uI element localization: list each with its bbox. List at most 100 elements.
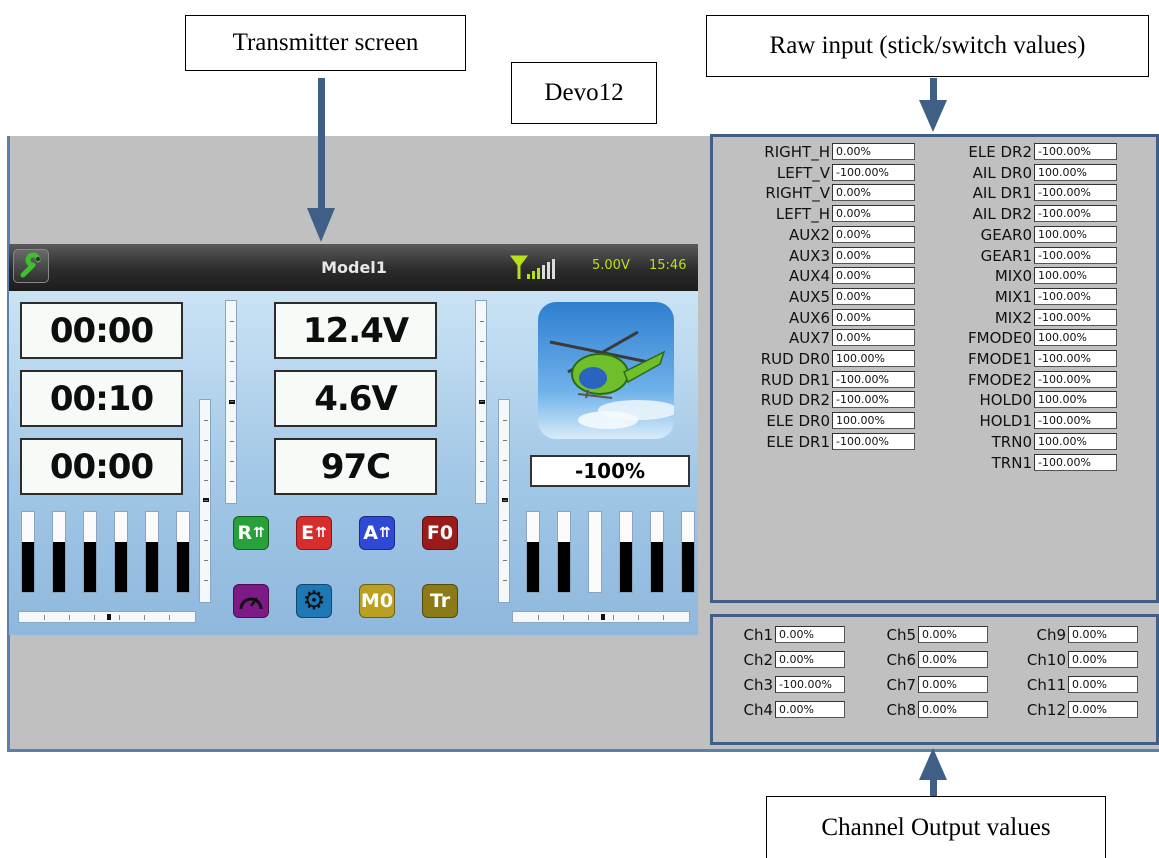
right-stick-bar-6 xyxy=(681,511,695,593)
arrow-channel xyxy=(930,778,937,796)
channel-row: Ch9 0.00% xyxy=(713,626,1153,644)
channel-label: Ch9 xyxy=(1036,626,1066,644)
timer-3[interactable]: 00:00 xyxy=(20,438,183,495)
raw-input-row: MIX1 -100.00% xyxy=(713,287,1153,306)
raw-input-value: -100.00% xyxy=(1034,287,1117,305)
raw-input-row: AIL DR2 -100.00% xyxy=(713,205,1153,223)
left-stick-bar-1 xyxy=(21,511,35,593)
trim-horizontal-right xyxy=(512,611,690,623)
raw-input-value: 100.00% xyxy=(1034,225,1117,243)
raw-input-row: FMODE2 -100.00% xyxy=(713,370,1153,389)
right-stick-bar-2 xyxy=(557,511,571,593)
left-stick-bar-6 xyxy=(176,511,190,593)
raw-input-label: MIX1 xyxy=(994,287,1032,306)
raw-input-value: -100.00% xyxy=(1034,184,1117,202)
channel-value: 0.00% xyxy=(1068,701,1138,718)
channel-output-panel: Ch1 0.00% Ch5 0.00% Ch9 0.00% Ch2 0.00% Ch6 0.00%… xyxy=(710,614,1159,745)
channel-label: Ch11 xyxy=(1026,676,1066,694)
raw-input-label: FMODE2 xyxy=(968,370,1032,389)
raw-input-label: GEAR0 xyxy=(980,225,1032,244)
raw-input-label: HOLD0 xyxy=(979,391,1032,410)
arrow-transmitter-head xyxy=(307,208,335,242)
raw-input-value: 100.00% xyxy=(1034,329,1117,347)
trim-bar-right-inner xyxy=(475,300,487,504)
raw-input-label: MIX2 xyxy=(994,308,1032,327)
arrow-channel-head xyxy=(919,748,947,780)
raw-input-row: HOLD1 -100.00% xyxy=(713,412,1153,430)
model-name[interactable]: Model1 xyxy=(309,258,399,277)
raw-input-value: -100.00% xyxy=(1034,246,1117,264)
channel-row: Ch11 0.00% xyxy=(713,676,1153,694)
wrench-icon[interactable] xyxy=(13,249,49,283)
left-stick-bar-4 xyxy=(114,511,128,593)
throttle-value: -100% xyxy=(530,455,690,487)
signal-icon xyxy=(509,253,587,281)
callout-device: Devo12 xyxy=(511,62,657,124)
arrow-transmitter xyxy=(318,78,325,210)
trim-bar-left-outer xyxy=(199,399,211,603)
raw-input-label: FMODE0 xyxy=(968,329,1032,348)
telemetry-voltage-2[interactable]: 4.6V xyxy=(274,370,437,427)
arrow-raw-input xyxy=(930,78,937,102)
raw-input-value: -100.00% xyxy=(1034,453,1117,471)
channel-value: 0.00% xyxy=(1068,626,1138,643)
aileron-dr-icon[interactable]: A ⇈ xyxy=(359,516,395,550)
right-stick-bar-1 xyxy=(526,511,540,593)
telemetry-temperature[interactable]: 97C xyxy=(274,438,437,495)
raw-input-row: FMODE0 100.00% xyxy=(713,329,1153,347)
raw-input-label: TRN1 xyxy=(991,453,1032,472)
timer-1[interactable]: 00:00 xyxy=(20,302,183,359)
right-stick-bar-3 xyxy=(588,511,602,593)
arrow-raw-input-head xyxy=(919,100,947,132)
raw-input-label: AIL DR0 xyxy=(972,163,1032,182)
rudder-dr-icon[interactable]: R ⇈ xyxy=(233,516,269,550)
timer-2[interactable]: 00:10 xyxy=(20,370,183,427)
raw-input-row: AIL DR0 100.00% xyxy=(713,163,1153,182)
trim-horizontal-left xyxy=(18,611,196,623)
elevator-dr-icon[interactable]: E ⇈ xyxy=(296,516,332,550)
helicopter-model-icon[interactable] xyxy=(538,302,674,439)
raw-input-row: TRN1 -100.00% xyxy=(713,453,1153,472)
right-stick-bar-4 xyxy=(619,511,633,593)
raw-input-row: HOLD0 100.00% xyxy=(713,391,1153,409)
channel-label: Ch12 xyxy=(1026,701,1066,719)
raw-input-label: AIL DR2 xyxy=(972,205,1032,224)
callout-channel-output: Channel Output values xyxy=(766,796,1106,858)
raw-input-value: -100.00% xyxy=(1034,205,1117,223)
gauge-icon[interactable] xyxy=(233,584,269,618)
trainer-icon[interactable]: Tr xyxy=(422,584,458,618)
raw-input-label: AIL DR1 xyxy=(972,184,1032,203)
flight-mode-icon[interactable]: F0 xyxy=(422,516,458,550)
raw-input-row: MIX0 100.00% xyxy=(713,267,1153,285)
trim-bar-left-inner xyxy=(225,300,237,504)
channel-label: Ch10 xyxy=(1026,651,1066,669)
raw-input-value: -100.00% xyxy=(1034,412,1117,430)
gear-icon[interactable]: ⚙ xyxy=(296,584,332,618)
battery-voltage: 5.00V xyxy=(592,258,630,273)
raw-input-panel: RIGHT_H 0.00% LEFT_V -100.00% RIGHT_V 0.00% LE… xyxy=(710,134,1159,603)
raw-input-row: ELE DR2 -100.00% xyxy=(713,143,1153,161)
raw-input-row: AIL DR1 -100.00% xyxy=(713,184,1153,202)
left-stick-bar-2 xyxy=(52,511,66,593)
raw-input-label: FMODE1 xyxy=(968,350,1032,368)
mix-icon[interactable]: M0 xyxy=(359,584,395,618)
channel-value: 0.00% xyxy=(1068,676,1138,693)
raw-input-value: -100.00% xyxy=(1034,143,1117,160)
clock: 15:46 xyxy=(649,258,687,273)
raw-input-value: 100.00% xyxy=(1034,432,1117,450)
right-stick-bar-5 xyxy=(650,511,664,593)
raw-input-label: ELE DR2 xyxy=(968,143,1032,161)
raw-input-row: MIX2 -100.00% xyxy=(713,308,1153,327)
raw-input-label: HOLD1 xyxy=(979,412,1032,431)
trim-bar-right-outer xyxy=(498,399,510,603)
left-stick-bar-3 xyxy=(83,511,97,593)
left-stick-bar-5 xyxy=(145,511,159,593)
raw-input-value: -100.00% xyxy=(1034,370,1117,388)
channel-row: Ch12 0.00% xyxy=(713,701,1153,719)
raw-input-label: MIX0 xyxy=(994,267,1032,286)
raw-input-row: GEAR1 -100.00% xyxy=(713,246,1153,265)
tx-title-bar: Model1 5.00V 15:46 xyxy=(9,244,698,291)
raw-input-value: 100.00% xyxy=(1034,163,1117,181)
telemetry-voltage-1[interactable]: 12.4V xyxy=(274,302,437,359)
channel-row: Ch10 0.00% xyxy=(713,651,1153,669)
